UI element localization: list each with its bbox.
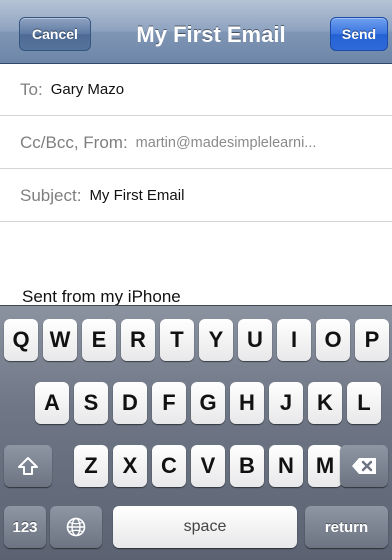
key-h[interactable]: H	[230, 382, 264, 424]
key-t[interactable]: T	[160, 319, 194, 361]
return-key[interactable]: return	[305, 506, 388, 548]
key-c[interactable]: C	[152, 445, 186, 487]
key-w[interactable]: W	[43, 319, 77, 361]
globe-key[interactable]	[50, 506, 102, 548]
key-k[interactable]: K	[308, 382, 342, 424]
page-title: My First Email	[136, 22, 286, 47]
key-d[interactable]: D	[113, 382, 147, 424]
backspace-icon	[352, 458, 376, 474]
cc-from-field[interactable]: Cc/Bcc, From: martin@madesimplelearni...	[0, 117, 392, 169]
keyboard: Q W E R T Y U I O P A S D F G H J K L Z …	[0, 305, 392, 560]
key-m[interactable]: M	[308, 445, 342, 487]
key-e[interactable]: E	[82, 319, 116, 361]
key-a[interactable]: A	[35, 382, 69, 424]
navigation-bar: Cancel My First Email Send	[0, 0, 392, 64]
key-y[interactable]: Y	[199, 319, 233, 361]
delete-key[interactable]	[340, 445, 388, 487]
from-address[interactable]: martin@madesimplelearni...	[136, 135, 317, 151]
to-recipient[interactable]: Gary Mazo	[51, 81, 124, 98]
key-u[interactable]: U	[238, 319, 272, 361]
key-g[interactable]: G	[191, 382, 225, 424]
cancel-button[interactable]: Cancel	[19, 17, 91, 51]
cc-from-label: Cc/Bcc, From:	[20, 132, 128, 152]
key-r[interactable]: R	[121, 319, 155, 361]
key-o[interactable]: O	[316, 319, 350, 361]
key-b[interactable]: B	[230, 445, 264, 487]
subject-value[interactable]: My First Email	[89, 187, 184, 204]
key-f[interactable]: F	[152, 382, 186, 424]
numbers-key[interactable]: 123	[4, 506, 46, 548]
space-key[interactable]: space	[113, 506, 297, 548]
to-label: To:	[20, 79, 43, 99]
key-q[interactable]: Q	[4, 319, 38, 361]
key-j[interactable]: J	[269, 382, 303, 424]
key-p[interactable]: P	[355, 319, 389, 361]
subject-label: Subject:	[20, 185, 82, 205]
key-v[interactable]: V	[191, 445, 225, 487]
signature-text[interactable]: Sent from my iPhone	[22, 287, 181, 307]
to-field[interactable]: To: Gary Mazo	[0, 64, 392, 116]
key-n[interactable]: N	[269, 445, 303, 487]
key-z[interactable]: Z	[74, 445, 108, 487]
key-s[interactable]: S	[74, 382, 108, 424]
shift-icon	[18, 457, 38, 475]
key-i[interactable]: I	[277, 319, 311, 361]
shift-key[interactable]	[4, 445, 52, 487]
subject-field[interactable]: Subject: My First Email	[0, 170, 392, 222]
globe-icon	[66, 517, 86, 537]
send-button[interactable]: Send	[330, 17, 388, 51]
key-l[interactable]: L	[347, 382, 381, 424]
key-x[interactable]: X	[113, 445, 147, 487]
